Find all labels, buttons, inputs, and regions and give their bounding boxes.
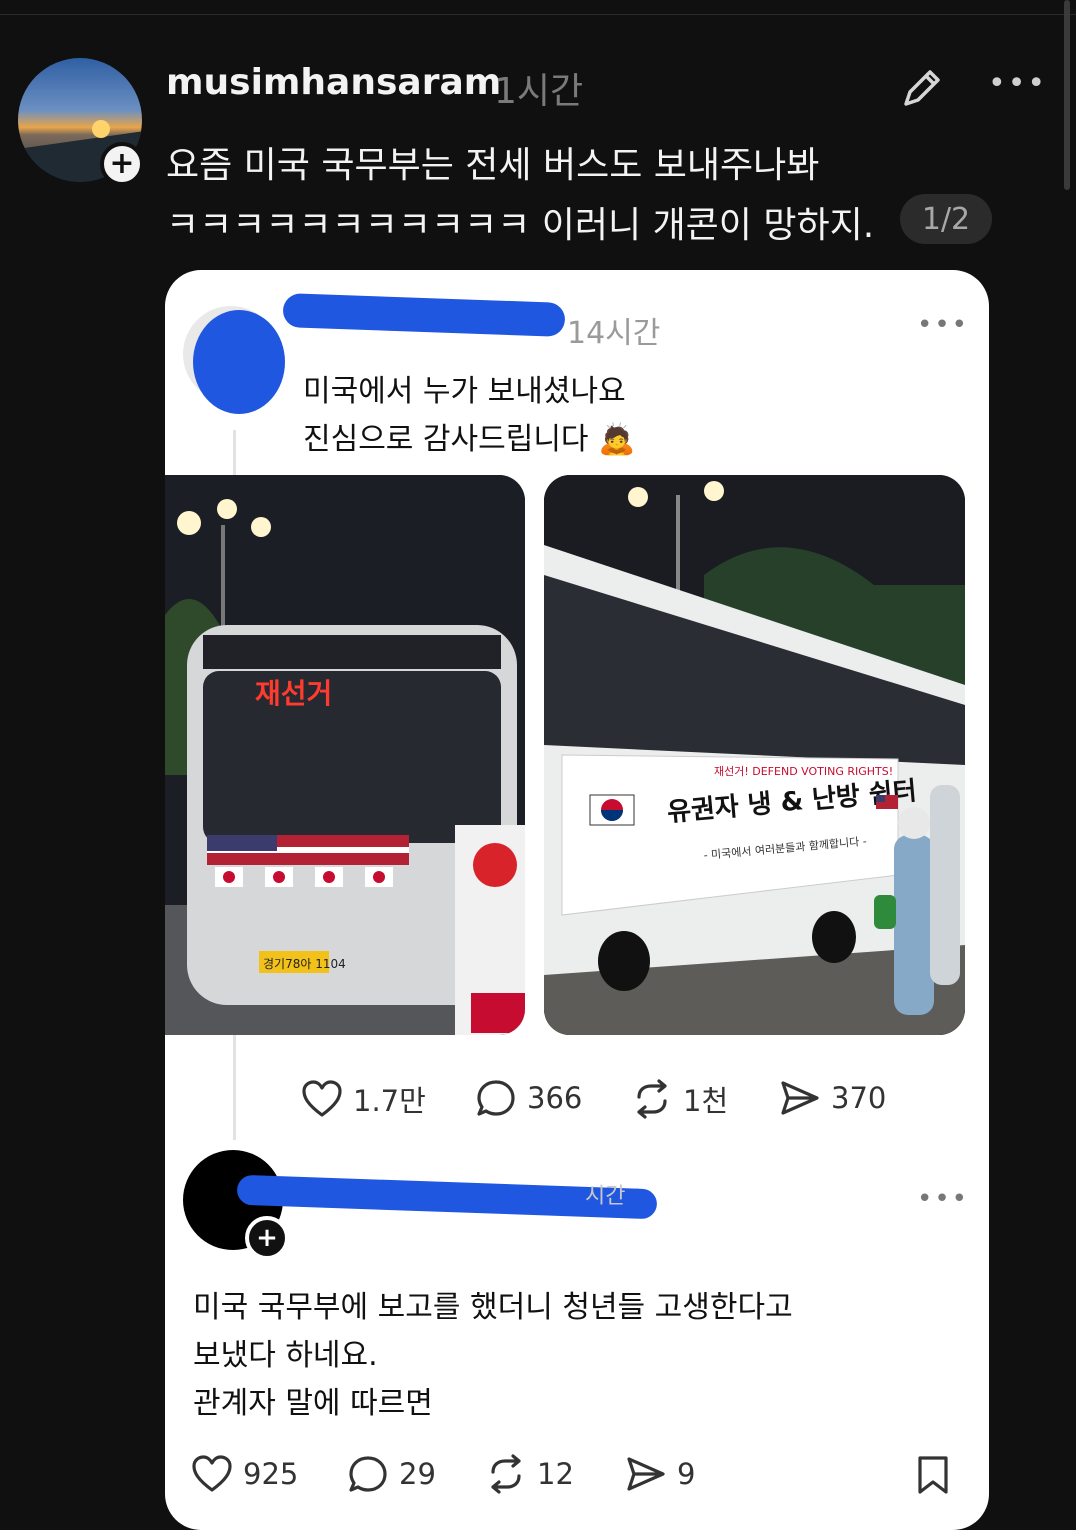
image-pager: 1/2 bbox=[900, 194, 992, 244]
author-username[interactable]: musimhansaram bbox=[166, 62, 501, 103]
repost-count-1: 1천 bbox=[683, 1084, 729, 1118]
repost-icon bbox=[637, 1079, 667, 1119]
comment-action-1[interactable]: 366 bbox=[475, 1078, 582, 1118]
pencil-icon[interactable] bbox=[898, 64, 946, 112]
repost-action-1[interactable]: 1천 bbox=[631, 1078, 728, 1120]
post-text-line-2: ㅋㅋㅋㅋㅋㅋㅋㅋㅋㅋㅋ 이러니 개콘이 망하지. bbox=[166, 205, 875, 246]
banner-top-text: 재선거! DEFEND VOTING RIGHTS! bbox=[714, 765, 893, 778]
embedded-post2-line2: 보냈다 하네요. bbox=[193, 1338, 378, 1373]
embedded-post2-line1: 미국 국무부에 보고를 했더니 청년들 고생한다고 bbox=[193, 1290, 793, 1325]
like-action-2[interactable]: 925 bbox=[191, 1454, 298, 1494]
repost-count-2: 12 bbox=[537, 1457, 574, 1491]
like-count-1: 1.7만 bbox=[353, 1084, 426, 1118]
comment-action-2[interactable]: 29 bbox=[347, 1454, 436, 1494]
embedded-more-icon-2: ••• bbox=[917, 1184, 970, 1214]
share-action-2[interactable]: 9 bbox=[625, 1454, 695, 1494]
comment-bubble-icon bbox=[477, 1080, 515, 1116]
bus-sign-text: 재선거 bbox=[255, 677, 332, 710]
bookmark-icon[interactable] bbox=[915, 1454, 951, 1496]
redaction-avatar-1 bbox=[193, 310, 285, 414]
heart-icon bbox=[192, 1455, 232, 1492]
post-text-line-1: 요즘 미국 국무부는 전세 버스도 보내주나봐 bbox=[166, 145, 820, 186]
follow-plus-icon[interactable]: + bbox=[100, 142, 144, 186]
more-options-icon[interactable]: ••• bbox=[988, 66, 1047, 101]
like-action-1[interactable]: 1.7만 bbox=[301, 1078, 426, 1120]
repost-icon bbox=[491, 1454, 521, 1494]
post-time: 1시간 bbox=[494, 71, 584, 112]
scrollbar[interactable] bbox=[1064, 0, 1070, 190]
embedded-screenshot-card[interactable]: 14시간 ••• 미국에서 누가 보내셨나요 진심으로 감사드립니다 🙇 재선거 bbox=[165, 270, 989, 1530]
share-action-1[interactable]: 370 bbox=[779, 1078, 886, 1118]
embedded-post1-line2: 진심으로 감사드립니다 🙇 bbox=[303, 422, 636, 457]
comment-bubble-icon bbox=[349, 1456, 387, 1492]
avatar-sun bbox=[92, 120, 110, 138]
share-count-2: 9 bbox=[677, 1457, 696, 1491]
embedded-post2-line3: 관계자 말에 따르면 bbox=[193, 1386, 433, 1421]
embedded-post1-time: 14시간 bbox=[567, 316, 661, 351]
embedded-post1-line1: 미국에서 누가 보내셨나요 bbox=[303, 374, 626, 409]
bus-front-photo: 재선거 경기78아 1104 bbox=[165, 475, 525, 1035]
send-icon bbox=[627, 1457, 665, 1491]
repost-action-2[interactable]: 12 bbox=[485, 1454, 574, 1494]
like-count-2: 925 bbox=[243, 1457, 299, 1491]
bus-plate-text: 경기78아 1104 bbox=[263, 957, 346, 971]
embedded-plus-icon: + bbox=[245, 1216, 289, 1260]
redaction-username-1 bbox=[282, 293, 566, 337]
top-divider bbox=[0, 14, 1076, 15]
embedded-post2-time: 시간 bbox=[585, 1184, 626, 1209]
comment-count-2: 29 bbox=[399, 1457, 436, 1491]
comment-count-1: 366 bbox=[527, 1081, 583, 1115]
send-icon bbox=[781, 1081, 819, 1115]
bus-side-photo: 재선거! DEFEND VOTING RIGHTS! 유권자 냉 & 난방 쉼터… bbox=[544, 475, 965, 1035]
share-count-1: 370 bbox=[831, 1081, 887, 1115]
heart-icon bbox=[302, 1080, 342, 1117]
embedded-more-icon-1: ••• bbox=[917, 310, 970, 340]
